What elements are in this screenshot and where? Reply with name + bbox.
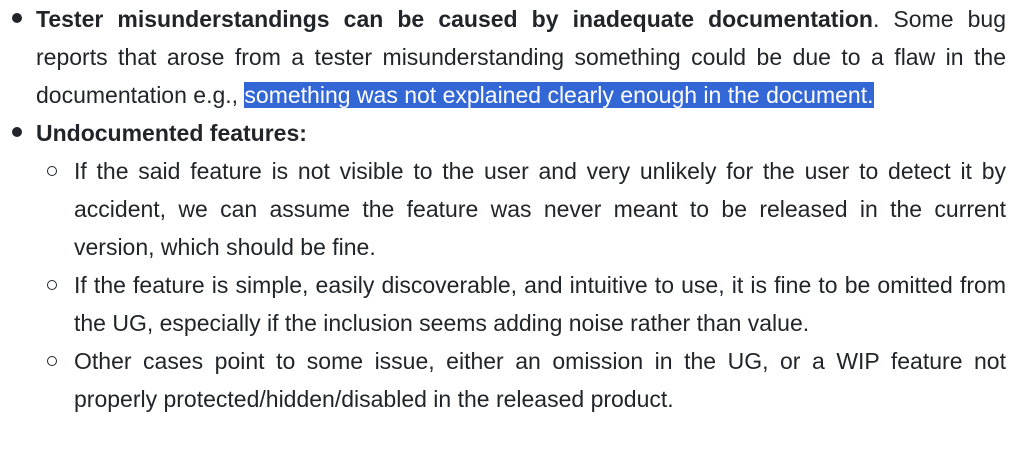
list-item-tester-misunderstandings: Tester misunderstandings can be caused b… (0, 0, 1015, 114)
sub-list-item[interactable]: Other cases point to some issue, either … (36, 342, 1006, 418)
sub-bullet-list: If the said feature is not visible to th… (36, 152, 1006, 418)
selected-text[interactable]: something was not explained clearly enou… (244, 82, 874, 108)
disc-bullet-icon (12, 13, 22, 23)
bold-heading: Tester misunderstandings can be caused b… (36, 6, 873, 32)
document-content: Tester misunderstandings can be caused b… (0, 0, 1015, 462)
sub-list-item-text: If the said feature is not visible to th… (74, 158, 1006, 260)
sub-list-item[interactable]: If the said feature is not visible to th… (36, 152, 1006, 266)
circle-bullet-icon (47, 166, 57, 176)
sub-list-item-text: Other cases point to some issue, either … (74, 348, 1006, 412)
bold-heading: Undocumented features: (36, 120, 307, 146)
circle-bullet-icon (47, 280, 57, 290)
list-item-text[interactable]: Undocumented features: (36, 114, 1006, 152)
sub-list-item-text: If the feature is simple, easily discove… (74, 272, 1006, 336)
bullet-list: Tester misunderstandings can be caused b… (0, 0, 1015, 418)
disc-bullet-icon (12, 127, 22, 137)
list-item-text[interactable]: Tester misunderstandings can be caused b… (36, 0, 1006, 114)
circle-bullet-icon (47, 356, 57, 366)
sub-list-item[interactable]: If the feature is simple, easily discove… (36, 266, 1006, 342)
list-item-undocumented-features: Undocumented features: If the said featu… (0, 114, 1015, 418)
